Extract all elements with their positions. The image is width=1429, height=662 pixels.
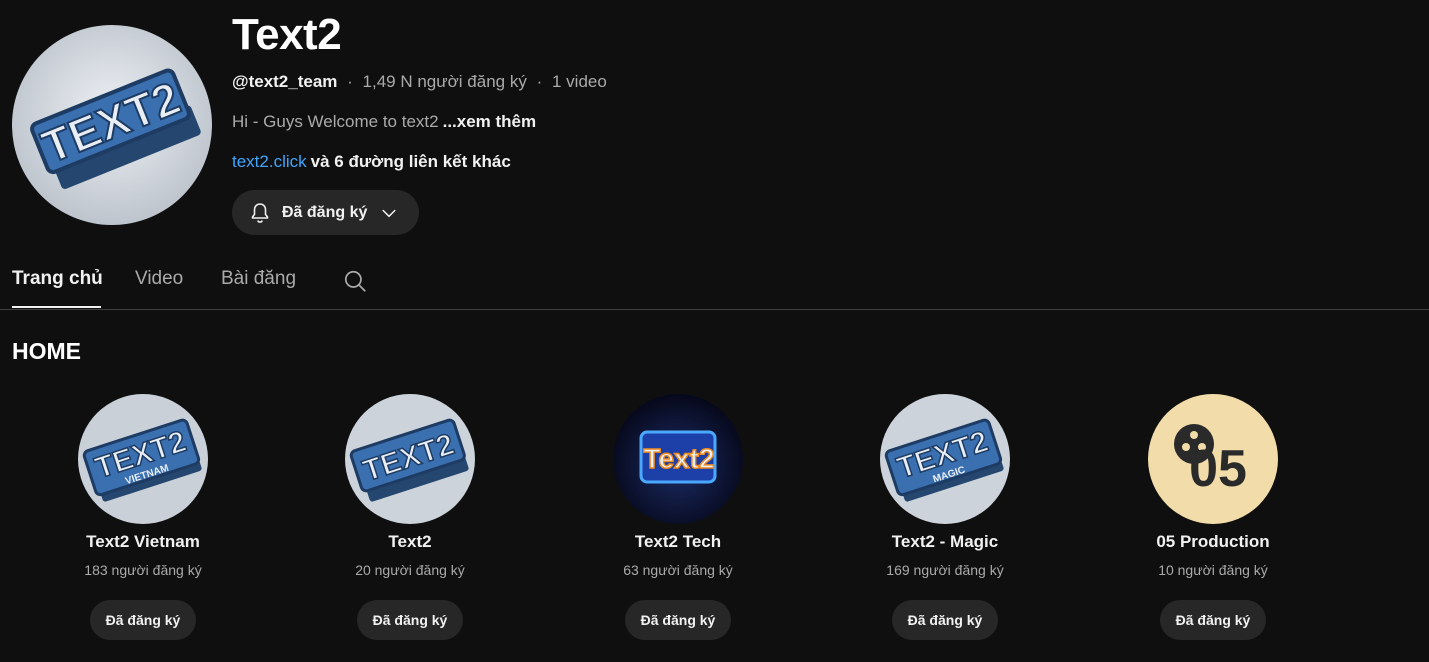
description-text: Hi - Guys Welcome to text2: [232, 112, 439, 131]
svg-text:Text2: Text2: [643, 443, 714, 474]
tab-posts[interactable]: Bài đăng: [221, 268, 296, 290]
channel-card-subs: 183 người đăng ký: [84, 562, 202, 578]
channel-card-subs: 20 người đăng ký: [355, 562, 465, 578]
channel-card-name[interactable]: Text2 Tech: [553, 532, 803, 552]
subscribed-button[interactable]: Đã đăng ký: [624, 600, 732, 640]
subscribed-button[interactable]: Đã đăng ký: [89, 600, 197, 640]
active-tab-indicator: [12, 306, 101, 308]
channel-card-name[interactable]: 05 Production: [1088, 532, 1338, 552]
channel-card-avatar[interactable]: TEXT2 MAGIC: [880, 394, 1010, 524]
more-button[interactable]: ...xem thêm: [443, 112, 537, 131]
text2-magic-logo-icon: TEXT2 MAGIC: [880, 394, 1010, 524]
text2-logo-icon: TEXT2: [12, 25, 212, 225]
bell-icon: [251, 202, 269, 223]
channel-card-name[interactable]: Text2 Vietnam: [18, 532, 268, 552]
channel-card-subs: 63 người đăng ký: [623, 562, 733, 578]
subscribed-label: Đã đăng ký: [282, 203, 368, 221]
chevron-down-icon: [382, 209, 396, 217]
channel-card-avatar[interactable]: 05: [1148, 394, 1278, 524]
channel-links: text2.click và 6 đường liên kết khác: [232, 152, 511, 172]
channel-card: 05 05 Production 10 người đăng ký Đã đăn…: [1088, 394, 1338, 640]
channel-card-subs: 169 người đăng ký: [886, 562, 1004, 578]
separator-dot: ·: [347, 72, 353, 91]
channel-card-name[interactable]: Text2 - Magic: [820, 532, 1070, 552]
subscribed-button[interactable]: Đã đăng ký: [356, 600, 464, 640]
channel-card-avatar[interactable]: Text2: [613, 394, 743, 524]
tab-video[interactable]: Video: [135, 268, 183, 290]
channel-description[interactable]: Hi - Guys Welcome to text2 ...xem thêm: [232, 112, 536, 132]
subscriber-count: 1,49 N người đăng ký: [362, 72, 527, 91]
channel-card-avatar[interactable]: TEXT2 VIETNAM: [78, 394, 208, 524]
film-reel-logo-icon: 05: [1148, 394, 1278, 524]
channel-avatar[interactable]: TEXT2: [12, 25, 212, 225]
more-links-button[interactable]: và 6 đường liên kết khác: [311, 152, 511, 171]
channel-link[interactable]: text2.click: [232, 152, 307, 171]
channel-card-avatar[interactable]: TEXT2: [345, 394, 475, 524]
subscribed-button[interactable]: Đã đăng ký: [891, 600, 999, 640]
text2-logo-icon: TEXT2: [345, 394, 475, 524]
tabs-divider: [0, 309, 1429, 310]
channel-meta: @text2_team · 1,49 N người đăng ký · 1 v…: [232, 72, 607, 92]
subscribed-button[interactable]: Đã đăng ký: [1159, 600, 1267, 640]
channel-card: TEXT2 Text2 20 người đăng ký Đã đăng ký: [285, 394, 535, 640]
section-title: HOME: [12, 338, 81, 364]
channel-card: TEXT2 MAGIC Text2 - Magic 169 người đăng…: [820, 394, 1070, 640]
video-count: 1 video: [551, 72, 607, 91]
text2-vietnam-logo-icon: TEXT2 VIETNAM: [78, 394, 208, 524]
separator-dot: ·: [536, 72, 543, 91]
channel-handle: @text2_team: [232, 72, 338, 91]
search-icon[interactable]: [342, 268, 368, 294]
channel-card-subs: 10 người đăng ký: [1158, 562, 1268, 578]
channel-card: TEXT2 VIETNAM Text2 Vietnam 183 người đă…: [18, 394, 268, 640]
tab-home[interactable]: Trang chủ: [12, 268, 103, 290]
svg-text:05: 05: [1189, 440, 1247, 498]
channel-card-name[interactable]: Text2: [285, 532, 535, 552]
subscribed-button[interactable]: Đã đăng ký: [232, 190, 419, 235]
channel-tabs: Trang chủ Video Bài đăng: [12, 255, 1429, 310]
channel-title: Text2: [232, 10, 342, 59]
channel-card: Text2 Text2 Tech 63 người đăng ký Đã đăn…: [553, 394, 803, 640]
text2-tech-logo-icon: Text2: [613, 394, 743, 524]
